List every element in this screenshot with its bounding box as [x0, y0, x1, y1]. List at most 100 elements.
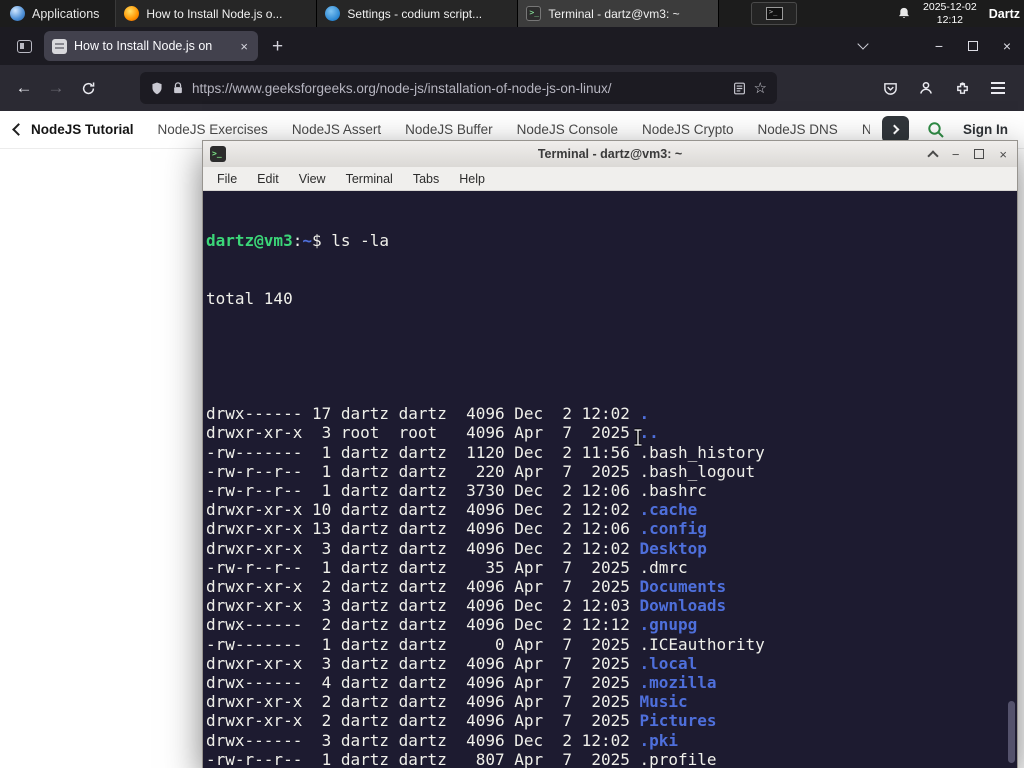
clock-time: 12:12	[936, 13, 964, 26]
terminal-line: drwxr-xr-x 2 dartz dartz 4096 Apr 7 2025…	[206, 692, 1017, 711]
firefox-view-button[interactable]	[10, 32, 38, 60]
taskbar-window-title: Terminal - dartz@vm3: ~	[548, 6, 680, 21]
entry-meta: drwxr-xr-x 2 dartz dartz 4096 Apr 7 2025	[206, 577, 640, 597]
browser-toolbar: ← → https://www.geeksforgeeks.org/node-j…	[0, 65, 1024, 111]
window-minimize-button[interactable]: −	[922, 27, 956, 65]
terminal-menu-item[interactable]: File	[207, 172, 247, 186]
site-nav-link[interactable]: NodeJS Crypto	[642, 122, 734, 137]
terminal-menu-item[interactable]: Tabs	[403, 172, 449, 186]
terminal-menu-item[interactable]: Terminal	[336, 172, 403, 186]
site-nav-link[interactable]: NodeJS DNS	[758, 122, 838, 137]
clock-date: 2025-12-02	[923, 0, 977, 13]
forward-button[interactable]: →	[40, 72, 72, 104]
entry-meta: drwxr-xr-x 3 dartz dartz 4096 Apr 7 2025	[206, 653, 640, 673]
terminal-title: Terminal - dartz@vm3: ~	[537, 147, 683, 161]
terminal-output[interactable]: dartz@vm3:~$ ls -la total 140 drwx------…	[203, 191, 1017, 768]
reload-button[interactable]	[72, 72, 104, 104]
ls-output: drwx------ 17 dartz dartz 4096 Dec 2 12:…	[206, 347, 1017, 768]
terminal-maximize-button[interactable]	[974, 149, 985, 159]
terminal-line: -rw-r--r-- 1 dartz dartz 807 Apr 7 2025 …	[206, 750, 1017, 768]
panel-status-area: 2025-12-02 12:12 Dartz	[897, 0, 1024, 27]
prompt-line: dartz@vm3:~$ ls -la	[206, 231, 1017, 250]
sign-in-button[interactable]: Sign In	[963, 122, 1008, 137]
terminal-line: drwxr-xr-x 3 dartz dartz 4096 Apr 7 2025…	[206, 654, 1017, 673]
entry-meta: drwxr-xr-x 13 dartz dartz 4096 Dec 2 12:…	[206, 519, 640, 539]
window-close-button[interactable]: ×	[990, 27, 1024, 65]
entry-meta: -rw-r--r-- 1 dartz dartz 35 Apr 7 2025	[206, 557, 640, 577]
tabbar-spacer	[880, 27, 922, 65]
site-nav-active-item[interactable]: NodeJS Tutorial	[31, 122, 134, 137]
terminal-minimize-button[interactable]: −	[952, 147, 960, 162]
account-icon[interactable]	[910, 72, 942, 104]
screen: Applications How to Install Node.js o...…	[0, 0, 1024, 768]
new-tab-button[interactable]: +	[272, 37, 283, 56]
entry-meta: -rw-r--r-- 1 dartz dartz 807 Apr 7 2025	[206, 749, 640, 768]
typed-command: ls -la	[331, 231, 390, 251]
menu-hamburger-icon[interactable]	[982, 72, 1014, 104]
chevron-right-icon	[889, 124, 899, 135]
entry-meta: drwxr-xr-x 10 dartz dartz 4096 Dec 2 12:…	[206, 500, 640, 520]
taskbar-window-button[interactable]: How to Install Node.js o...	[116, 0, 318, 27]
chevron-down-icon	[857, 38, 869, 50]
entry-meta: drwxr-xr-x 2 dartz dartz 4096 Apr 7 2025	[206, 711, 640, 731]
site-nav-link[interactable]: NodeJS Console	[517, 122, 618, 137]
entry-name: .	[639, 404, 650, 424]
pocket-icon[interactable]	[874, 72, 906, 104]
hamburger-lines	[991, 82, 1005, 94]
entry-meta: drwxr-xr-x 3 dartz dartz 4096 Dec 2 12:0…	[206, 538, 640, 558]
taskbar-window-button[interactable]: Settings - codium script...	[317, 0, 519, 27]
entry-meta: drwx------ 17 dartz dartz 4096 Dec 2 12:…	[206, 404, 640, 424]
entry-name: Downloads	[639, 596, 727, 616]
panel-clock[interactable]: 2025-12-02 12:12	[923, 1, 977, 26]
tray-terminal-icon	[765, 7, 783, 20]
entry-meta: drwx------ 2 dartz dartz 4096 Dec 2 12:1…	[206, 615, 640, 635]
site-nav-link[interactable]: NodeJS Exercises	[158, 122, 268, 137]
extensions-icon[interactable]	[946, 72, 978, 104]
terminal-menu-item[interactable]: View	[289, 172, 336, 186]
lock-icon[interactable]	[172, 81, 184, 95]
terminal-line: drwxr-xr-x 2 dartz dartz 4096 Apr 7 2025…	[206, 711, 1017, 730]
entry-name: .pki	[639, 730, 679, 750]
entry-meta: -rw-r--r-- 1 dartz dartz 3730 Dec 2 12:0…	[206, 481, 640, 501]
terminal-scrollbar-thumb[interactable]	[1008, 701, 1015, 763]
shade-window-icon[interactable]	[927, 150, 939, 162]
terminal-line: drwx------ 17 dartz dartz 4096 Dec 2 12:…	[206, 404, 1017, 423]
browser-tab-bar: How to Install Node.js on × + − ×	[0, 27, 1024, 65]
url-bar[interactable]: https://www.geeksforgeeks.org/node-js/in…	[140, 72, 777, 104]
terminal-line: -rw------- 1 dartz dartz 1120 Dec 2 11:5…	[206, 443, 1017, 462]
window-maximize-button[interactable]	[956, 27, 990, 65]
browser-tab[interactable]: How to Install Node.js on ×	[44, 31, 258, 61]
list-all-tabs-button[interactable]	[846, 27, 880, 65]
search-icon[interactable]	[927, 121, 945, 139]
entry-name: .ICEauthority	[639, 634, 765, 654]
bookmark-star-icon[interactable]: ☆	[754, 79, 767, 97]
tabbar-controls: − ×	[846, 27, 1024, 65]
prompt-dollar: $	[311, 231, 332, 251]
tab-close-icon[interactable]: ×	[238, 39, 250, 54]
terminal-close-button[interactable]: ×	[999, 147, 1007, 162]
taskbar-app-icon	[124, 6, 140, 21]
notification-bell-icon[interactable]	[897, 6, 911, 21]
terminal-line: -rw-r--r-- 1 dartz dartz 35 Apr 7 2025 .…	[206, 558, 1017, 577]
taskbar-window-button[interactable]: Terminal - dartz@vm3: ~	[518, 0, 720, 27]
nav-scroll-right-button[interactable]	[882, 116, 909, 143]
terminal-line: drwxr-xr-x 3 root root 4096 Apr 7 2025 .…	[206, 423, 1017, 442]
terminal-line: drwx------ 3 dartz dartz 4096 Dec 2 12:0…	[206, 731, 1017, 750]
site-nav-link[interactable]: NodeJS Assert	[292, 122, 381, 137]
terminal-titlebar[interactable]: Terminal - dartz@vm3: ~ − ×	[203, 141, 1017, 167]
taskbar-window-list: How to Install Node.js o... Settings - c…	[115, 0, 720, 27]
terminal-line: drwxr-xr-x 10 dartz dartz 4096 Dec 2 12:…	[206, 500, 1017, 519]
terminal-menu-item[interactable]: Edit	[247, 172, 289, 186]
taskbar-window-title: Settings - codium script...	[347, 6, 483, 21]
chevron-left-icon[interactable]	[12, 123, 25, 136]
back-button[interactable]: ←	[8, 72, 40, 104]
terminal-menu-item[interactable]: Help	[449, 172, 495, 186]
tray-terminal-launcher[interactable]	[751, 2, 798, 25]
applications-menu-button[interactable]: Applications	[0, 0, 109, 27]
reader-mode-icon[interactable]	[733, 82, 746, 95]
tracking-shield-icon[interactable]	[150, 81, 164, 96]
site-nav-link[interactable]: NodeJS Buffer	[405, 122, 493, 137]
entry-name: .cache	[639, 500, 698, 520]
entry-meta: drwxr-xr-x 3 root root 4096 Apr 7 2025	[206, 423, 640, 443]
firefox-view-icon	[16, 39, 32, 53]
